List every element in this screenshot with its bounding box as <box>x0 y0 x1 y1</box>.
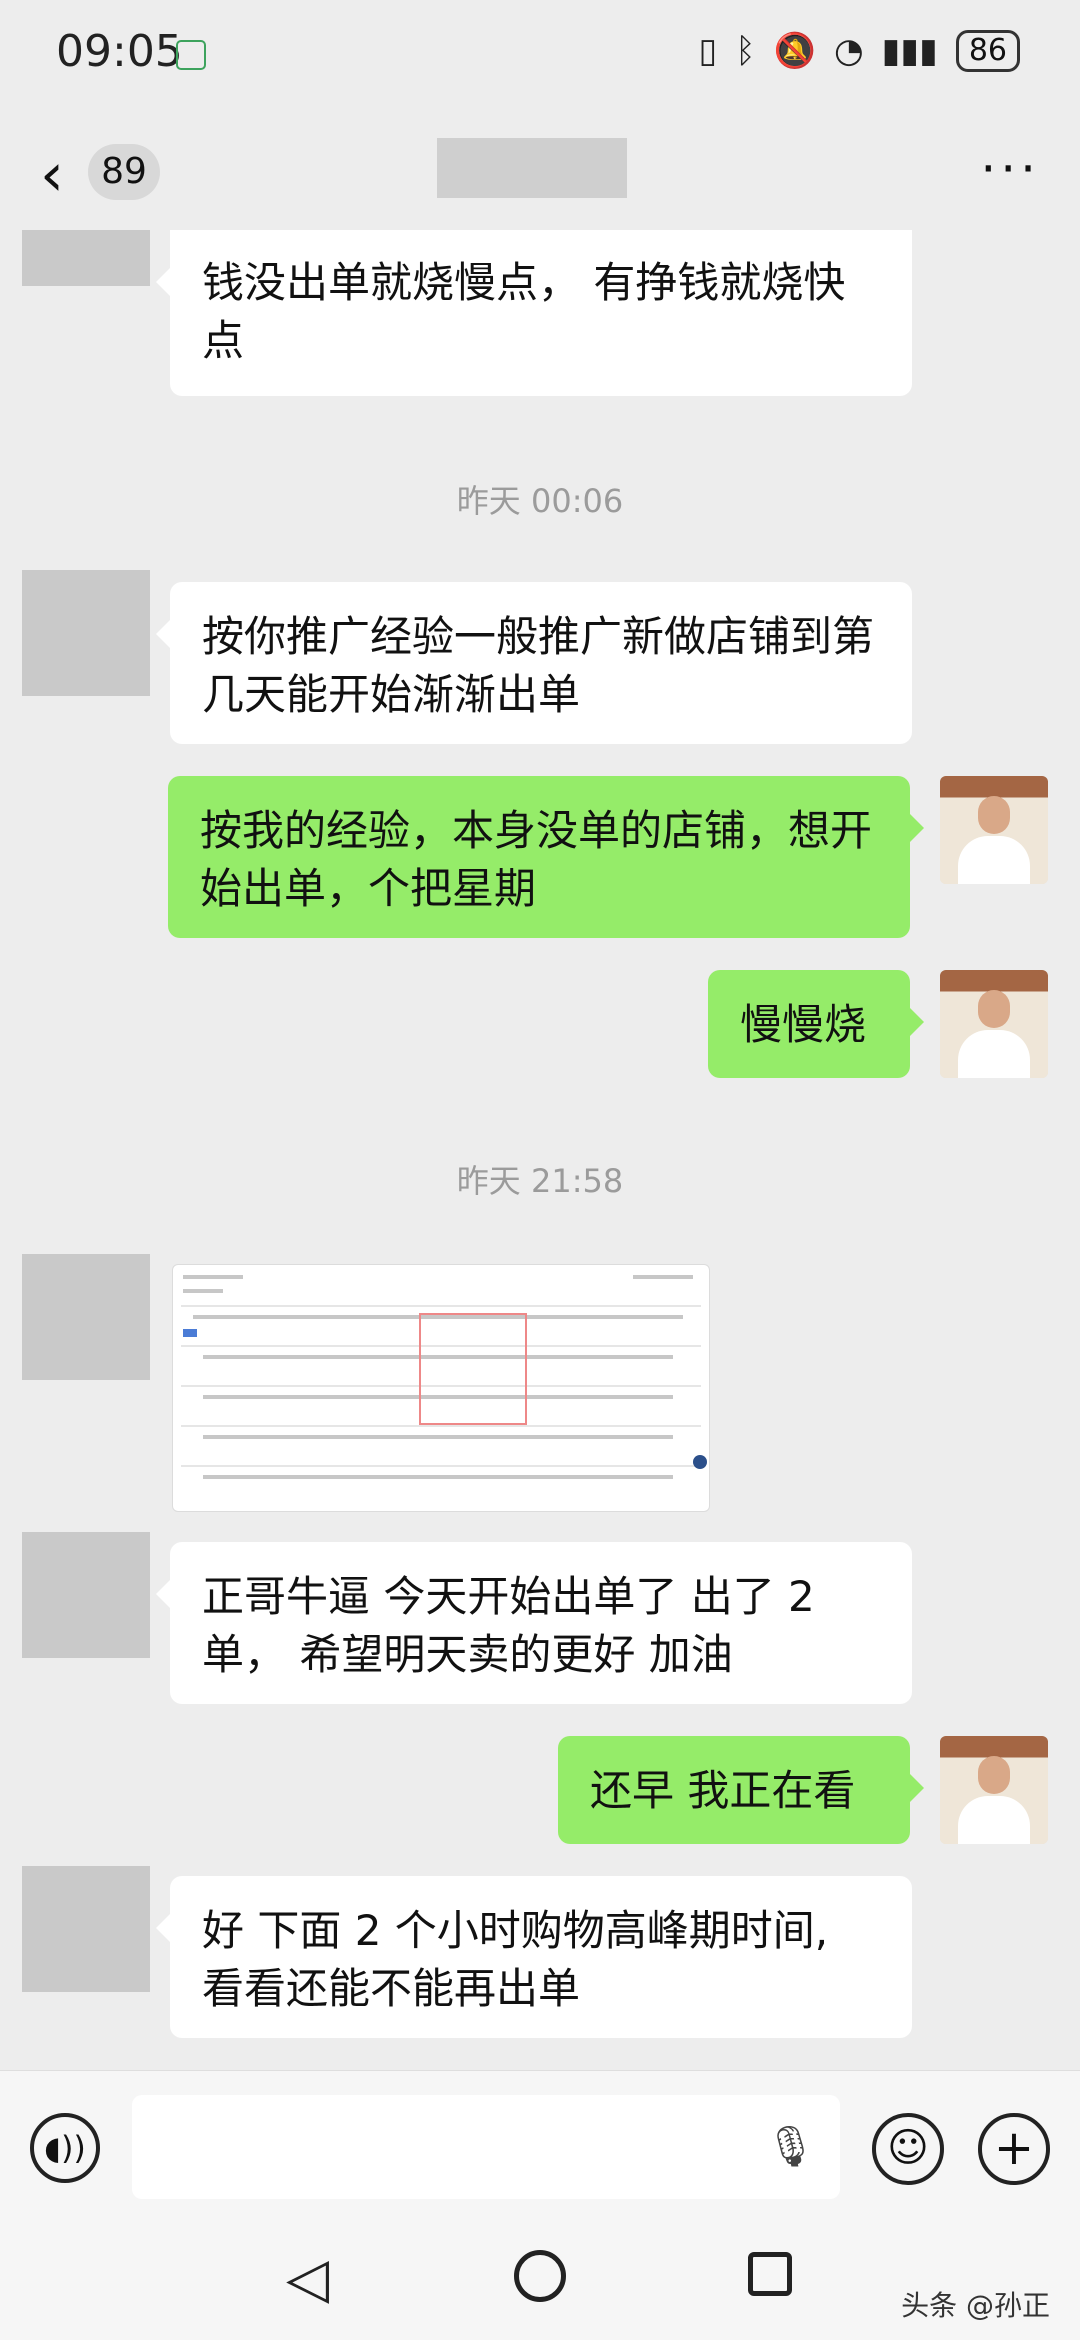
nav-home-icon[interactable] <box>514 2250 566 2302</box>
avatar[interactable] <box>22 230 150 286</box>
nav-back-icon[interactable]: ◁ <box>286 2246 329 2311</box>
wifi-icon: ◔ <box>834 31 864 71</box>
chat-title-redacted <box>437 138 627 198</box>
message-bubble-received[interactable]: 正哥牛逼 今天开始出单了 出了 2 单， 希望明天卖的更好 加油 <box>156 1542 912 1704</box>
avatar[interactable] <box>940 970 1048 1078</box>
app-notification-icon <box>176 40 206 70</box>
mute-icon: 🔕 <box>773 31 816 71</box>
avatar[interactable] <box>22 1866 150 1992</box>
avatar[interactable] <box>22 570 150 696</box>
avatar[interactable] <box>940 776 1048 884</box>
message-bubble-received[interactable]: 按你推广经验一般推广新做店铺到第几天能开始渐渐出单 <box>156 582 912 744</box>
avatar[interactable] <box>940 1736 1048 1844</box>
bluetooth-icon: ᛒ <box>735 31 756 71</box>
status-bar: 09:05 ▯ ᛒ 🔕 ◔ ▮▮▮ 86 <box>0 0 1080 110</box>
message-input[interactable]: 🎙 <box>132 2095 840 2199</box>
input-bar: ◖)) 🎙 ☺ + <box>0 2070 1080 2211</box>
avatar[interactable] <box>22 1254 150 1380</box>
message-bubble-sent[interactable]: 还早 我正在看 <box>558 1736 924 1844</box>
nav-recent-icon[interactable] <box>748 2252 792 2296</box>
message-bubble-sent[interactable]: 按我的经验，本身没单的店铺，想开始出单，个把星期 <box>168 776 924 938</box>
message-text: 慢慢烧 <box>740 1000 867 1049</box>
unread-count-badge[interactable]: 89 <box>88 144 160 200</box>
plus-icon[interactable]: + <box>978 2113 1050 2185</box>
status-icons: ▯ ᛒ 🔕 ◔ ▮▮▮ 86 <box>699 30 1020 72</box>
emoji-icon[interactable]: ☺ <box>872 2113 944 2185</box>
battery-icon: 86 <box>955 30 1020 72</box>
voice-icon[interactable]: ◖)) <box>30 2113 100 2183</box>
watermark: 头条 @孙正 <box>901 2289 1050 2322</box>
avatar[interactable] <box>22 1532 150 1658</box>
timestamp: 昨天 21:58 <box>456 1162 624 1200</box>
image-message[interactable] <box>172 1264 710 1512</box>
message-bubble-received[interactable]: 好 下面 2 个小时购物高峰期时间, 看看还能不能再出单 <box>156 1876 912 2038</box>
chat-header: ‹ 89 ··· <box>0 110 1080 230</box>
mic-icon[interactable]: 🎙 <box>765 2123 816 2170</box>
message-bubble-sent[interactable]: 慢慢烧 <box>708 970 924 1078</box>
message-text: 好 下面 2 个小时购物高峰期时间, 看看还能不能再出单 <box>202 1906 829 2013</box>
nfc-icon: ▯ <box>698 31 718 71</box>
timestamp: 昨天 00:06 <box>456 482 624 520</box>
message-list[interactable]: 钱没出单就烧慢点， 有挣钱就烧快点 昨天 00:06 按你推广经验一般推广新做店… <box>0 230 1080 2070</box>
message-text: 正哥牛逼 今天开始出单了 出了 2 单， 希望明天卖的更好 加油 <box>202 1572 815 1679</box>
message-text: 钱没出单就烧慢点， 有挣钱就烧快点 <box>202 258 846 365</box>
more-dots-icon[interactable]: ··· <box>980 140 1040 198</box>
chevron-left-icon[interactable]: ‹ <box>40 140 64 210</box>
5g-signal-icon: ▮▮▮ <box>881 31 938 71</box>
message-bubble-received[interactable]: 钱没出单就烧慢点， 有挣钱就烧快点 <box>156 230 912 396</box>
status-time: 09:05 <box>56 26 183 77</box>
message-text: 还早 我正在看 <box>590 1766 856 1815</box>
system-nav-bar: ◁ 头条 @孙正 <box>0 2210 1080 2340</box>
message-text: 按我的经验，本身没单的店铺，想开始出单，个把星期 <box>200 806 873 913</box>
message-text: 按你推广经验一般推广新做店铺到第几天能开始渐渐出单 <box>202 612 875 719</box>
